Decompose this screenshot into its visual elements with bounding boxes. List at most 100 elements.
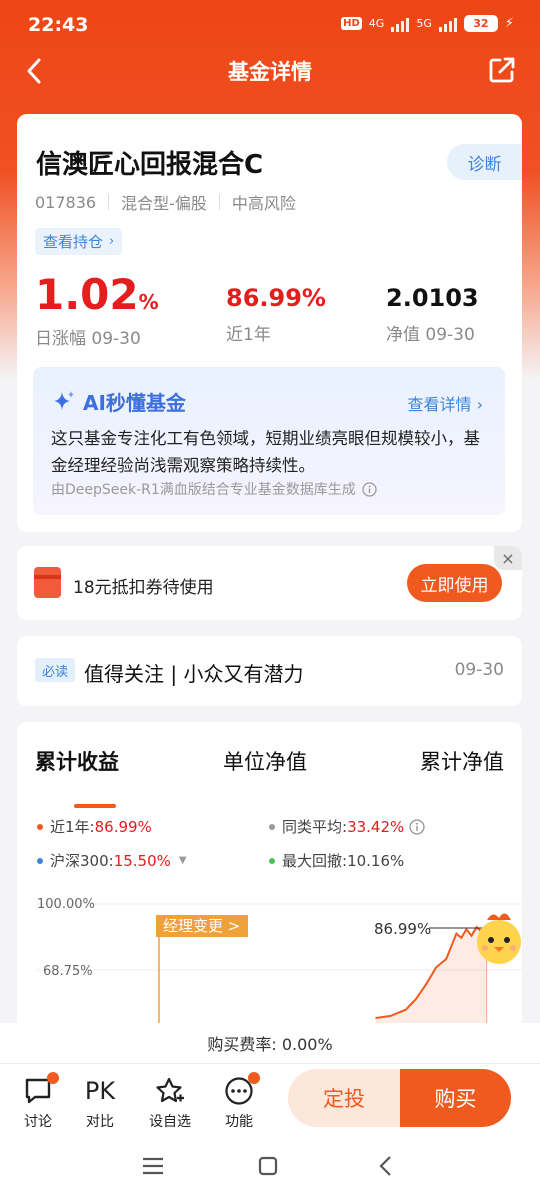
- nav-value: 2.0103: [386, 284, 479, 312]
- net-5g-label: 5G: [416, 17, 432, 30]
- top-nav: 基金详情: [0, 50, 540, 90]
- diagnose-button[interactable]: 诊断: [447, 144, 522, 180]
- divider: [108, 194, 110, 210]
- end-value-label: 86.99%: [374, 920, 431, 938]
- ai-title-text: AI秒懂基金: [83, 391, 186, 415]
- share-icon[interactable]: [488, 56, 516, 88]
- daily-change-stat: 1.02% 日涨幅 09-30: [35, 274, 159, 350]
- ai-summary-text: 这只基金专注化工有色领域，短期业绩亮眼但规模较小，基金经理经验尚浅需观察策略持续…: [51, 429, 480, 475]
- legend-label: 近1年:: [50, 818, 95, 836]
- news-title: 值得关注 | 小众又有潜力: [84, 662, 304, 686]
- view-holdings-label: 查看持仓: [43, 233, 104, 251]
- hd-icon: HD: [341, 17, 362, 30]
- fund-name: 信澳匠心回报混合C: [36, 150, 264, 180]
- year-return-stat: 86.99% 近1年: [226, 286, 326, 345]
- legend-value: 10.16%: [347, 851, 405, 870]
- nav-label: 净值 09-30: [386, 325, 475, 345]
- info-icon[interactable]: [362, 481, 377, 497]
- notification-dot: [248, 1072, 260, 1084]
- signal-icon: [391, 16, 410, 32]
- chevron-right-icon: ›: [476, 395, 483, 414]
- add-watchlist-button[interactable]: 设自选: [145, 1075, 195, 1131]
- must-read-tag: 必读: [35, 658, 75, 682]
- page-title: 基金详情: [228, 60, 312, 84]
- more-functions-label: 功能: [225, 1114, 253, 1130]
- ai-summary-title: AI秒懂基金: [51, 387, 186, 416]
- ai-more-label: 查看详情: [407, 395, 472, 414]
- ai-summary-panel[interactable]: AI秒懂基金 查看详情 › 这只基金专注化工有色领域，短期业绩亮眼但规模较小，基…: [33, 367, 505, 515]
- status-bar: 22:43 HD 4G 5G 32 ⚡: [0, 0, 540, 50]
- legend-value: 33.42%: [347, 817, 405, 836]
- daily-change-unit: %: [138, 290, 159, 314]
- performance-tabs: 累计收益 单位净值 累计净值: [17, 746, 522, 808]
- status-icons: HD 4G 5G 32 ⚡: [341, 15, 514, 32]
- coupon-banner: 18元抵扣券待使用 立即使用 ×: [17, 546, 522, 620]
- buy-button[interactable]: 购买: [400, 1069, 511, 1127]
- pk-icon: PK: [84, 1077, 116, 1105]
- compare-label: 对比: [86, 1114, 114, 1130]
- legend-label: 沪深300:: [50, 852, 114, 870]
- more-functions-button[interactable]: 功能: [214, 1072, 264, 1131]
- legend-value: 86.99%: [94, 817, 152, 836]
- fund-risk: 中高风险: [231, 194, 296, 213]
- performance-card: 累计收益 单位净值 累计净值 近1年: 86.99% 同类平均: 33.42% 沪深…: [17, 722, 522, 1062]
- divider: [218, 194, 220, 210]
- tab-cumulative-return[interactable]: 累计收益: [35, 746, 119, 776]
- legend-dot: [269, 823, 275, 830]
- discuss-button[interactable]: 讨论: [13, 1072, 63, 1131]
- news-item[interactable]: 必读 值得关注 | 小众又有潜力 09-30: [17, 636, 522, 706]
- chevron-right-icon: ›: [109, 234, 115, 249]
- legend-dot: [37, 823, 43, 830]
- legend-max-drawdown: 最大回撤: 10.16%: [269, 850, 404, 871]
- ai-footer-text: 由DeepSeek-R1满血版结合专业基金数据库生成: [51, 482, 356, 498]
- news-date: 09-30: [454, 660, 504, 680]
- nav-stat: 2.0103 净值 09-30: [386, 286, 479, 345]
- info-icon[interactable]: [409, 818, 425, 835]
- daily-change-value: 1.02: [35, 270, 139, 319]
- divider: [0, 1063, 540, 1064]
- year-return-label: 近1年: [226, 325, 271, 345]
- add-watchlist-label: 设自选: [149, 1114, 191, 1130]
- back-nav-icon[interactable]: [378, 1156, 392, 1176]
- status-time: 22:43: [28, 14, 89, 36]
- notification-dot: [47, 1072, 59, 1084]
- menu-icon[interactable]: [142, 1157, 164, 1175]
- ai-view-details-link[interactable]: 查看详情 ›: [407, 391, 483, 415]
- legend-dot: [269, 857, 275, 864]
- legend-label: 最大回撤:: [282, 852, 348, 870]
- chick-mascot-icon[interactable]: [477, 913, 521, 964]
- fund-category: 混合型-偏股: [121, 194, 207, 213]
- ai-summary-footer: 由DeepSeek-R1满血版结合专业基金数据库生成: [51, 479, 377, 499]
- caret-down-icon: ▼: [178, 855, 187, 866]
- sparkle-icon: [54, 390, 74, 410]
- fund-info-card: 信澳匠心回报混合C 诊断 017836 混合型-偏股 中高风险 查看持仓 › 1…: [17, 114, 522, 532]
- fund-code: 017836: [35, 192, 97, 212]
- purchase-fee: 购买费率: 0.00%: [207, 1035, 333, 1054]
- y-tick-label: 68.75%: [43, 964, 93, 979]
- charging-icon: ⚡: [504, 16, 514, 31]
- compare-button[interactable]: PK 对比: [75, 1075, 125, 1131]
- legend-peer-average: 同类平均: 33.42%: [269, 816, 425, 837]
- legend-dot: [37, 857, 43, 864]
- system-navigation-bar: [0, 1130, 540, 1200]
- active-tab-indicator: [74, 804, 116, 808]
- legend-year: 近1年: 86.99%: [37, 816, 152, 837]
- view-holdings-button[interactable]: 查看持仓 ›: [35, 228, 123, 255]
- tab-unit-nav[interactable]: 单位净值: [223, 746, 307, 776]
- home-icon[interactable]: [258, 1156, 278, 1176]
- red-envelope-icon: [34, 567, 61, 598]
- battery-icon: 32: [463, 15, 498, 32]
- use-coupon-button[interactable]: 立即使用: [407, 564, 502, 602]
- auto-invest-button[interactable]: 定投: [288, 1069, 400, 1127]
- coupon-text: 18元抵扣券待使用: [73, 578, 214, 598]
- discuss-label: 讨论: [24, 1114, 52, 1130]
- signal-icon: [438, 16, 457, 32]
- y-tick-label: 100.00%: [37, 897, 95, 912]
- close-icon[interactable]: ×: [494, 546, 522, 570]
- manager-change-label: 经理变更 >: [163, 917, 240, 935]
- tab-cumulative-nav[interactable]: 累计净值: [420, 746, 504, 776]
- legend-label: 同类平均:: [282, 818, 348, 836]
- legend-value: 15.50%: [113, 851, 171, 870]
- legend-csi300[interactable]: 沪深300: 15.50% ▼: [37, 850, 187, 871]
- year-return-value: 86.99%: [226, 284, 326, 312]
